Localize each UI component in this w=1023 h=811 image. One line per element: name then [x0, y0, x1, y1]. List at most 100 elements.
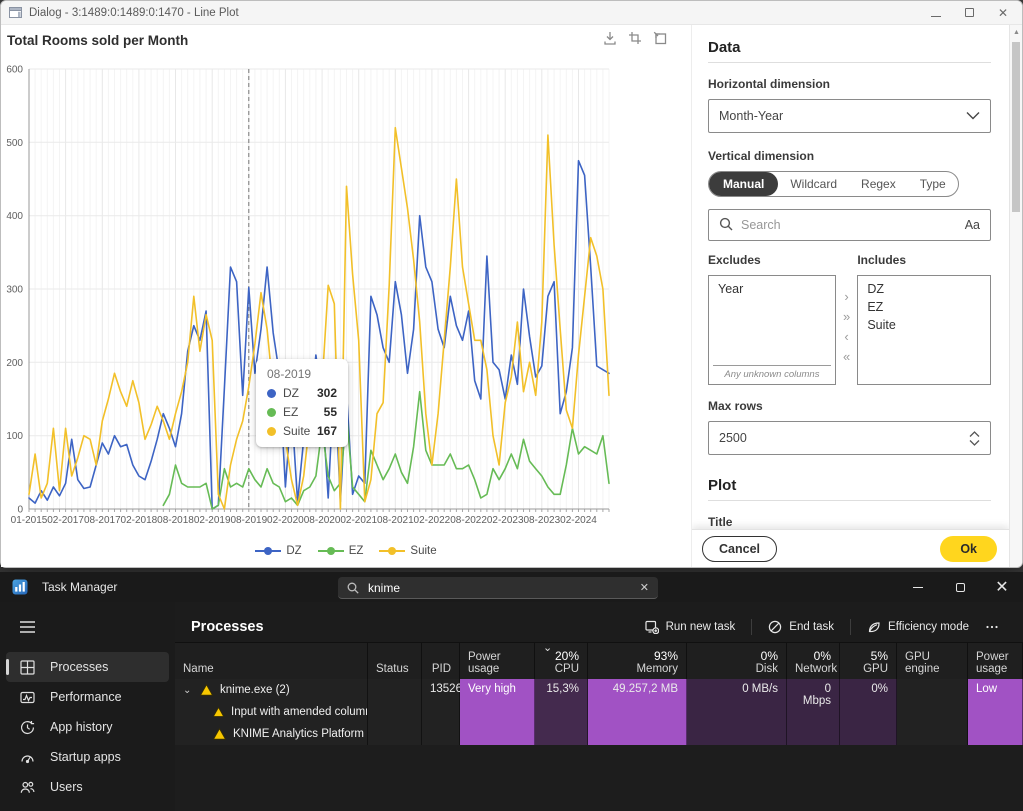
spin-up-icon[interactable]	[969, 431, 980, 437]
status-cell	[368, 679, 422, 745]
svg-text:02-2021: 02-2021	[340, 515, 377, 526]
sort-descending-icon: ⌄	[543, 641, 552, 654]
sidebar-item-app-history[interactable]: App history	[6, 712, 169, 742]
cpu-cell: 15,3%	[535, 679, 588, 745]
column-pid[interactable]: PID	[422, 643, 460, 679]
move-all-right-icon[interactable]: »	[843, 310, 850, 323]
clear-search-icon[interactable]: ✕	[640, 581, 649, 594]
sidebar-item-users[interactable]: Users	[6, 772, 169, 802]
download-icon[interactable]	[601, 29, 619, 47]
list-item[interactable]: DZ	[858, 280, 990, 298]
legend-item-dz[interactable]: DZ	[255, 545, 301, 557]
series-dot-suite	[267, 427, 276, 436]
run-new-task-button[interactable]: Run new task	[637, 616, 744, 638]
excludes-label: Excludes	[708, 253, 836, 267]
processes-icon	[20, 660, 35, 675]
line-plot[interactable]: Total Rooms sold per Month 0100200300400…	[1, 25, 691, 567]
unknown-columns-note: Any unknown columns	[713, 365, 831, 384]
network-cell: 0 Mbps	[787, 679, 840, 745]
svg-text:02-2017: 02-2017	[47, 515, 84, 526]
end-task-button[interactable]: End task	[760, 616, 842, 638]
list-item[interactable]: Suite	[858, 316, 990, 334]
svg-text:02-2024: 02-2024	[560, 515, 597, 526]
scrollbar-thumb[interactable]	[1012, 42, 1020, 212]
taskmanager-titlebar[interactable]: Task Manager knime ✕ ✕	[0, 572, 1023, 602]
chevron-down-icon	[966, 109, 980, 123]
column-name[interactable]: Name	[175, 643, 368, 679]
series-dot-dz	[267, 389, 276, 398]
toolbar-divider	[850, 619, 851, 635]
memory-cell: 49.257,2 MB	[588, 679, 687, 745]
process-row-knime[interactable]: ⌄ knime.exe (2) Input with amended colum…	[175, 679, 1023, 745]
svg-text:300: 300	[6, 285, 23, 296]
sidebar-item-startup-apps[interactable]: Startup apps	[6, 742, 169, 772]
tm-minimize-button[interactable]	[897, 572, 939, 602]
mode-wildcard[interactable]: Wildcard	[778, 172, 849, 196]
legend-item-ez[interactable]: EZ	[318, 545, 364, 557]
end-task-icon	[768, 620, 782, 634]
reset-zoom-icon[interactable]	[651, 29, 669, 47]
legend-item-suite[interactable]: Suite	[379, 545, 436, 557]
sidebar-item-details[interactable]: Details	[6, 802, 169, 811]
tm-maximize-button[interactable]	[939, 572, 981, 602]
hamburger-menu-icon[interactable]	[0, 614, 175, 640]
chart-legend: DZ EZ Suite	[1, 545, 691, 557]
mode-regex[interactable]: Regex	[849, 172, 908, 196]
column-power-usage-trend[interactable]: Power usage	[968, 643, 1023, 679]
column-gpu-engine[interactable]: GPU engine	[897, 643, 968, 679]
collapse-chevron-icon[interactable]: ⌄	[183, 685, 193, 696]
tm-close-button[interactable]: ✕	[981, 572, 1023, 602]
svg-text:500: 500	[6, 138, 23, 149]
ok-button[interactable]: Ok	[940, 536, 997, 562]
svg-text:08-2017: 08-2017	[84, 515, 121, 526]
dialog-titlebar[interactable]: Dialog - 3:1489:0:1489:0:1470 - Line Plo…	[1, 1, 1022, 25]
sidebar-item-processes[interactable]: Processes	[6, 652, 169, 682]
excludes-list[interactable]: Year Any unknown columns	[708, 275, 836, 385]
column-cpu[interactable]: ⌄20%CPU	[535, 643, 588, 679]
max-rows-input[interactable]: 2500	[708, 421, 991, 455]
column-gpu[interactable]: 5%GPU	[840, 643, 897, 679]
dialog-minimize-button[interactable]	[931, 4, 941, 22]
column-network[interactable]: 0%Network	[787, 643, 840, 679]
tooltip-row: DZ 302	[267, 386, 337, 400]
process-name-cell[interactable]: ⌄ knime.exe (2) Input with amended colum…	[175, 679, 368, 745]
dialog-close-button[interactable]: ✕	[998, 7, 1008, 19]
taskmanager-search-input[interactable]: knime ✕	[338, 577, 658, 599]
page-title: Processes	[191, 619, 264, 635]
spin-down-icon[interactable]	[969, 440, 980, 446]
mode-type[interactable]: Type	[908, 172, 958, 196]
section-plot: Plot	[708, 477, 991, 494]
move-left-icon[interactable]: ‹	[844, 330, 848, 343]
gpu-cell: 0%	[840, 679, 897, 745]
mode-manual[interactable]: Manual	[709, 172, 778, 196]
move-all-left-icon[interactable]: «	[843, 350, 850, 363]
config-panel: Data Horizontal dimension Month-Year Ver…	[691, 25, 1009, 567]
panel-scrollbar[interactable]: ▲	[1009, 25, 1022, 567]
horizontal-dimension-label: Horizontal dimension	[708, 77, 991, 91]
process-child-row[interactable]: Input with amended column - ...	[183, 701, 367, 723]
max-rows-label: Max rows	[708, 399, 991, 413]
process-child-row[interactable]: KNIME Analytics Platform	[183, 723, 367, 745]
dialog-window-icon	[9, 7, 22, 19]
scroll-up-icon[interactable]: ▲	[1013, 29, 1020, 36]
includes-list[interactable]: DZ EZ Suite	[857, 275, 991, 385]
efficiency-mode-button[interactable]: Efficiency mode	[859, 616, 977, 638]
column-disk[interactable]: 0%Disk	[687, 643, 787, 679]
column-power-usage[interactable]: Power usage	[460, 643, 535, 679]
crop-zoom-icon[interactable]	[626, 29, 644, 47]
chart-title: Total Rooms sold per Month	[7, 33, 188, 48]
sidebar-item-performance[interactable]: Performance	[6, 682, 169, 712]
line-chart-canvas[interactable]: 010020030040050060001-201502-201708-2017…	[1, 51, 689, 533]
list-item[interactable]: EZ	[858, 298, 990, 316]
column-memory[interactable]: 93%Memory	[588, 643, 687, 679]
more-options-icon[interactable]	[977, 616, 1007, 638]
cancel-button[interactable]: Cancel	[702, 536, 777, 562]
column-status[interactable]: Status	[368, 643, 422, 679]
horizontal-dimension-select[interactable]: Month-Year	[708, 99, 991, 133]
tooltip-title: 08-2019	[267, 367, 337, 381]
dialog-maximize-button[interactable]	[965, 4, 974, 22]
column-search-input[interactable]: Search Aa	[708, 209, 991, 241]
list-item[interactable]: Year	[709, 280, 835, 298]
case-sensitive-toggle[interactable]: Aa	[965, 218, 980, 232]
move-right-icon[interactable]: ›	[844, 290, 848, 303]
